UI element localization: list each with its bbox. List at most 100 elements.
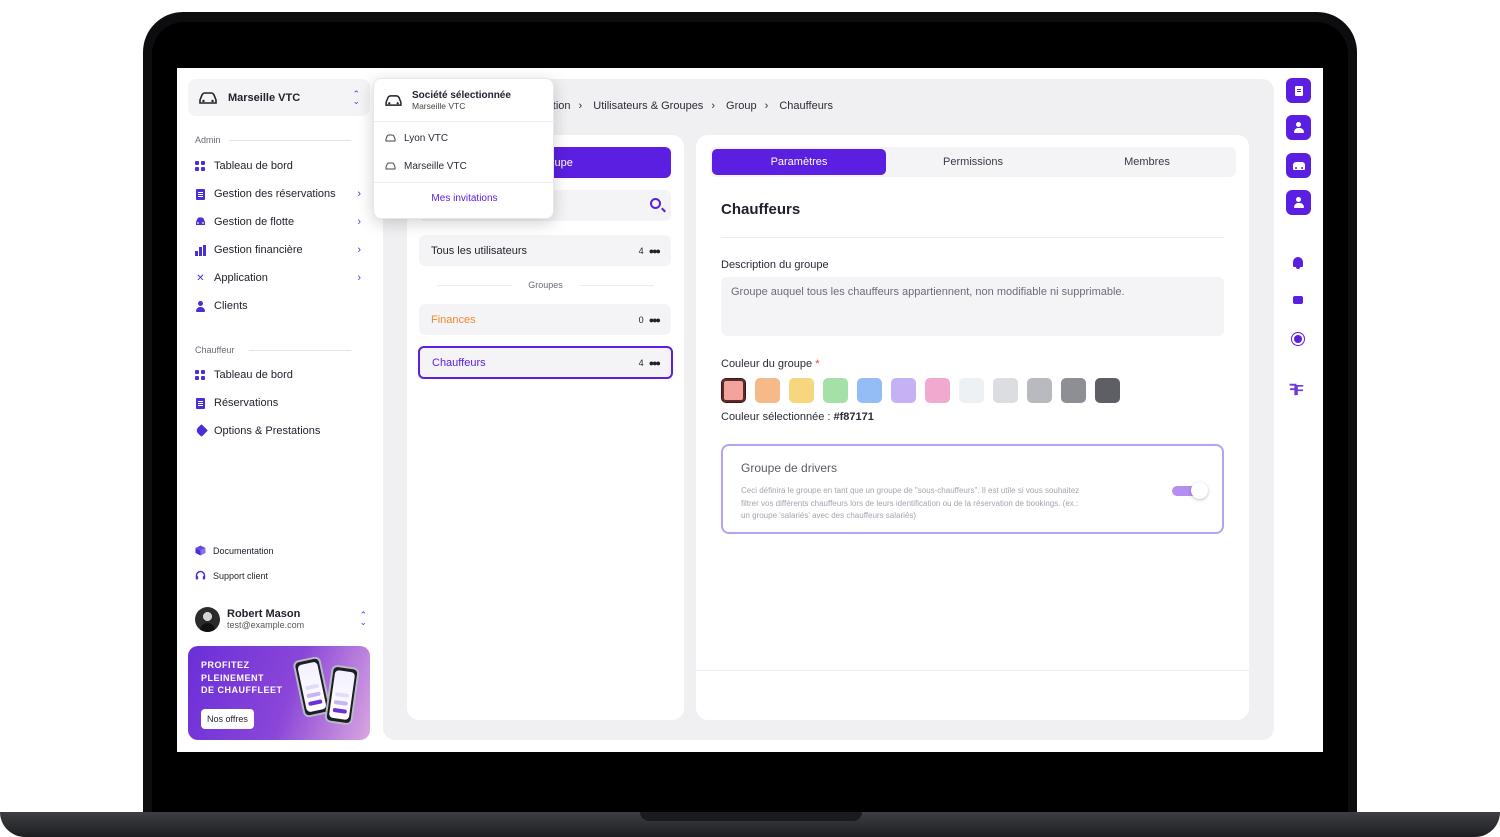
documentation-link[interactable]: Documentation xyxy=(195,545,274,556)
sidebar-item-driver-reservations[interactable]: Réservations xyxy=(195,393,365,413)
support-label: Support client xyxy=(213,570,269,581)
divider xyxy=(721,237,1224,238)
bell-icon[interactable] xyxy=(1293,257,1303,269)
sidebar: Marseille VTC ⌃ ⌄ Admin Tableau de bord G… xyxy=(177,68,377,752)
car-icon xyxy=(385,94,402,106)
sidebar-item-application[interactable]: ✕ Application › xyxy=(195,268,365,288)
section-divider xyxy=(249,350,351,351)
group-row-chauffeurs[interactable]: Chauffeurs 4 ●●● xyxy=(418,346,673,379)
color-swatch[interactable] xyxy=(891,378,916,403)
description-field[interactable]: Groupe auquel tous les chauffeurs appart… xyxy=(721,277,1224,336)
sidebar-item-label: Tableau de bord xyxy=(214,369,293,381)
tab-permissions[interactable]: Permissions xyxy=(886,149,1060,175)
color-swatch[interactable] xyxy=(1095,378,1120,403)
user-email: test@example.com xyxy=(227,620,305,630)
company-selector[interactable]: Marseille VTC ⌃ ⌄ xyxy=(188,79,370,116)
breadcrumb-item[interactable]: Group xyxy=(726,100,757,112)
details-tabs: Paramètres Permissions Membres xyxy=(710,147,1236,177)
user-profile[interactable]: Robert Mason test@example.com ⌃ ⌄ xyxy=(195,605,367,633)
chevron-right-icon: › xyxy=(711,100,715,112)
my-invitations-link[interactable]: Mes invitations xyxy=(374,193,555,204)
drivers-group-toggle[interactable] xyxy=(1172,482,1208,499)
groups-panel: eau groupe Tous les utilisateurs 4 ●●● G… xyxy=(407,135,684,720)
group-name: Tous les utilisateurs xyxy=(431,244,527,257)
company-option-lyon[interactable]: Lyon VTC xyxy=(374,127,555,149)
color-swatch[interactable] xyxy=(721,378,746,403)
laptop-notch xyxy=(640,812,862,821)
group-title: Chauffeurs xyxy=(721,201,801,218)
user-icon xyxy=(1293,122,1304,133)
breadcrumb: ration › Utilisateurs & Groupes › Group › C… xyxy=(543,100,841,112)
document-icon xyxy=(1294,85,1303,96)
drivers-group-description: Ceci définira le groupe en tant que un g… xyxy=(741,486,1080,520)
sidebar-item-finance[interactable]: Gestion financière › xyxy=(195,240,365,260)
tab-membres[interactable]: Membres xyxy=(1060,149,1234,175)
toggle-knob xyxy=(1191,482,1208,499)
chevron-right-icon: › xyxy=(357,188,361,200)
headset-icon xyxy=(195,570,206,580)
group-row-all-users[interactable]: Tous les utilisateurs 4 ●●● xyxy=(419,235,671,266)
chat-icon[interactable] xyxy=(1293,296,1303,304)
group-name: Finances xyxy=(431,313,476,326)
group-name: Chauffeurs xyxy=(432,356,486,369)
rail-driver-button[interactable] xyxy=(1286,190,1311,215)
section-divider xyxy=(229,140,351,141)
group-details-panel: Paramètres Permissions Membres Chauffeur… xyxy=(696,135,1249,720)
company-option-marseille[interactable]: Marseille VTC xyxy=(374,155,555,177)
chevron-right-icon: › xyxy=(357,272,361,284)
selected-color-text: Couleur sélectionnée : #f87171 xyxy=(721,411,874,423)
color-swatches xyxy=(721,378,1120,403)
car-icon xyxy=(385,162,396,170)
groups-section-label: Groupes xyxy=(407,280,684,290)
chevron-right-icon: › xyxy=(357,216,361,228)
grid-icon xyxy=(195,160,206,172)
sidebar-item-label: Tableau de bord xyxy=(214,160,293,172)
group-count: 4 xyxy=(638,357,644,368)
company-dropdown: Société sélectionnée Marseille VTC Lyon … xyxy=(373,78,555,219)
selected-color-value: #f87171 xyxy=(833,411,874,423)
group-count: 4 xyxy=(638,245,644,256)
color-swatch[interactable] xyxy=(755,378,780,403)
required-mark: * xyxy=(815,358,820,370)
sidebar-item-dashboard[interactable]: Tableau de bord xyxy=(195,156,365,176)
color-swatch[interactable] xyxy=(857,378,882,403)
admin-section-label: Admin xyxy=(195,135,221,145)
group-row-finances[interactable]: Finances 0 ●●● xyxy=(419,304,671,335)
theme-sun-icon[interactable] xyxy=(1294,335,1302,343)
tab-parametres[interactable]: Paramètres xyxy=(712,149,886,175)
color-swatch[interactable] xyxy=(823,378,848,403)
sidebar-item-label: Clients xyxy=(214,300,248,312)
support-link[interactable]: Support client xyxy=(195,570,268,581)
car-icon xyxy=(1292,161,1305,170)
color-swatch[interactable] xyxy=(789,378,814,403)
sidebar-item-options[interactable]: Options & Prestations xyxy=(194,421,365,441)
chauffleet-logo: ꟻF xyxy=(1289,382,1304,399)
bar-chart-icon xyxy=(195,244,206,256)
promo-line: PROFITEZ xyxy=(201,660,250,670)
sidebar-item-label: Options & Prestations xyxy=(214,425,321,437)
rail-user-button[interactable] xyxy=(1286,115,1311,140)
offers-button[interactable]: Nos offres xyxy=(201,709,254,729)
rail-car-button[interactable] xyxy=(1286,153,1311,178)
sidebar-item-reservations-management[interactable]: Gestion des réservations › xyxy=(195,184,365,204)
rail-documents-button[interactable] xyxy=(1286,78,1311,103)
color-swatch[interactable] xyxy=(1061,378,1086,403)
promo-line: DE CHAUFFLEET xyxy=(201,685,283,695)
sidebar-item-clients[interactable]: Clients xyxy=(195,296,365,316)
users-icon: ●●● xyxy=(648,245,661,256)
car-icon xyxy=(195,217,206,228)
dropdown-divider xyxy=(374,182,555,183)
color-swatch[interactable] xyxy=(993,378,1018,403)
users-icon: ●●● xyxy=(648,357,661,368)
sidebar-item-driver-dashboard[interactable]: Tableau de bord xyxy=(195,365,365,385)
document-icon xyxy=(195,188,206,200)
breadcrumb-item[interactable]: Utilisateurs & Groupes xyxy=(593,100,703,112)
promo-banner: PROFITEZ PLEINEMENT DE CHAUFFLEET Nos of… xyxy=(188,646,370,740)
chevron-up-down-icon: ⌃ ⌄ xyxy=(352,88,360,106)
drivers-group-card: Groupe de drivers Ceci définira le group… xyxy=(721,444,1224,534)
sidebar-item-fleet[interactable]: Gestion de flotte › xyxy=(195,212,365,232)
color-swatch[interactable] xyxy=(959,378,984,403)
tools-icon: ✕ xyxy=(196,272,205,284)
color-swatch[interactable] xyxy=(925,378,950,403)
color-swatch[interactable] xyxy=(1027,378,1052,403)
